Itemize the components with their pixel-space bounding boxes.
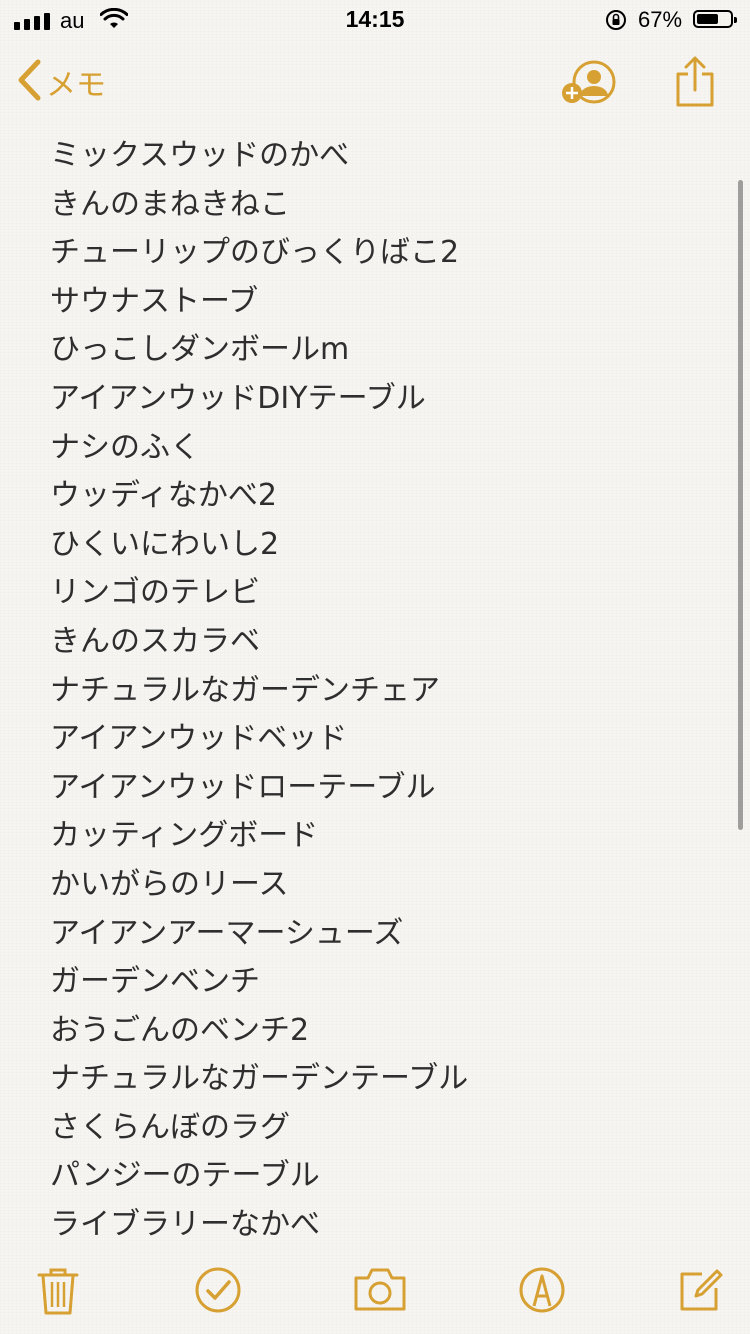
checkmark-circle-icon — [194, 1267, 242, 1318]
note-line[interactable]: ウッディなかべ2 — [50, 472, 710, 521]
note-line[interactable]: パンジーのテーブル — [50, 1152, 710, 1201]
note-line[interactable]: きんのスカラベ — [50, 618, 710, 667]
note-line[interactable]: さくらんぼのラグ — [50, 1104, 710, 1153]
back-label: メモ — [46, 68, 106, 103]
camera-button[interactable] — [353, 1266, 407, 1316]
share-icon — [673, 56, 717, 112]
rotation-lock-icon — [604, 8, 628, 38]
note-line[interactable]: アイアンウッドベッド — [50, 715, 710, 764]
compose-button[interactable] — [676, 1266, 724, 1318]
note-line[interactable]: アイアンアーマーシューズ — [50, 910, 710, 959]
note-line[interactable]: かいがらのリース — [50, 861, 710, 910]
note-line[interactable]: チューリップのびっくりばこ2 — [50, 229, 710, 278]
delete-button[interactable] — [36, 1266, 80, 1320]
note-line[interactable]: アイアンウッドDIYテーブル — [50, 375, 710, 424]
note-line[interactable]: ひっこしダンボールm — [50, 326, 710, 375]
note-line[interactable]: カッティングボード — [50, 812, 710, 861]
camera-icon — [353, 1268, 407, 1316]
note-line[interactable]: ナチュラルなガーデンテーブル — [50, 1055, 710, 1104]
checklist-button[interactable] — [194, 1266, 242, 1318]
battery-icon — [693, 10, 737, 28]
markup-button[interactable] — [518, 1266, 566, 1318]
scrollbar[interactable] — [738, 180, 743, 830]
note-line[interactable]: アイアンウッドローテーブル — [50, 764, 710, 813]
bottom-toolbar — [0, 1248, 750, 1334]
compose-icon — [676, 1269, 724, 1318]
add-person-icon — [560, 60, 618, 112]
battery-fill — [697, 14, 719, 24]
add-person-button[interactable] — [560, 60, 618, 112]
note-line[interactable]: ミックスウッドのかべ — [50, 132, 710, 181]
back-button[interactable]: メモ — [16, 58, 106, 106]
note-line[interactable]: ひくいにわいし2 — [50, 521, 710, 570]
note-line[interactable]: ライブラリーなかべ — [50, 1201, 710, 1237]
pen-tip-icon — [518, 1267, 566, 1318]
share-button[interactable] — [673, 56, 717, 112]
chevron-left-icon — [16, 58, 42, 106]
note-line[interactable]: きんのまねきねこ — [50, 181, 710, 230]
note-line[interactable]: サウナストーブ — [50, 278, 710, 327]
status-bar: au 14:15 67% — [0, 0, 750, 40]
battery-percent: 67% — [638, 7, 683, 32]
note-line[interactable]: ナシのふく — [50, 424, 710, 473]
note-line[interactable]: ガーデンベンチ — [50, 958, 710, 1007]
note-line[interactable]: リンゴのテレビ — [50, 569, 710, 618]
note-body[interactable]: ミックスウッドのかべ きんのまねきねこ チューリップのびっくりばこ2 サウナストーブひ… — [50, 132, 710, 1237]
note-line[interactable]: ナチュラルなガーデンチェア — [50, 667, 710, 716]
trash-icon — [36, 1268, 80, 1320]
note-line[interactable]: おうごんのベンチ2 — [50, 1007, 710, 1056]
